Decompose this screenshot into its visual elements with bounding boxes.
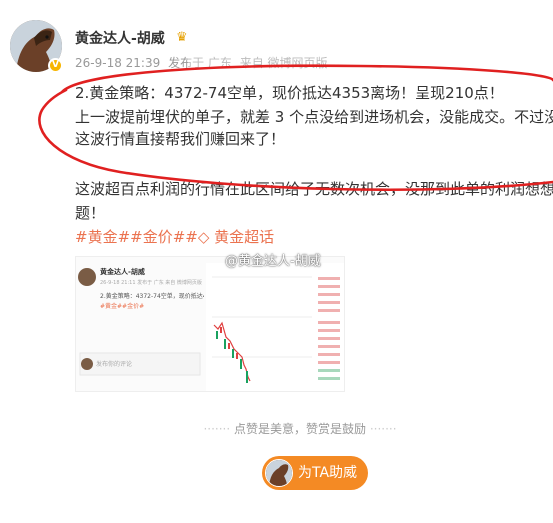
post-tags: #黄金##金价##◇ 黄金超话 bbox=[75, 226, 274, 248]
divider-left: ······· bbox=[203, 422, 234, 436]
post-text-line-5: 题！ bbox=[75, 204, 106, 222]
image-watermark: @黄金达人-胡威 bbox=[225, 254, 321, 269]
super-topic-label: 黄金超话 bbox=[214, 228, 275, 246]
post-text-line-3: 这波行情直接帮我们赚回来了！ bbox=[75, 130, 286, 148]
meta-redaction bbox=[188, 52, 338, 70]
author-name[interactable]: 黄金达人-胡威 bbox=[75, 28, 165, 48]
like-hint-text: 点赞是美意，赞赏是鼓励 bbox=[233, 422, 366, 436]
hashtag-links[interactable]: #黄金##金价# bbox=[75, 228, 185, 246]
super-topic-link[interactable]: #◇ 黄金超话 bbox=[185, 228, 274, 246]
like-hint: ······· 点赞是美意，赞赏是鼓励 ······· bbox=[200, 420, 400, 436]
inner-comment-placeholder: 发布你的评论 bbox=[96, 361, 133, 368]
inner-tags: #黄金##金价# bbox=[100, 303, 145, 310]
verified-badge-icon: V bbox=[48, 58, 63, 73]
inner-post-text: 2.黄金策略：4372-74空单，现价抵达4353离场 bbox=[100, 293, 204, 300]
post-image[interactable]: 黄金达人-胡威 26-9-18 21:11 发布于 广东 来自 微博网页版 2.… bbox=[75, 256, 345, 392]
post-text-line-1: 2.黄金策略：4372-74空单，现价抵达4353离场！呈现210点！ bbox=[75, 84, 504, 102]
reward-button-label: 为TA助威 bbox=[298, 465, 358, 481]
post-text-line-4: 这波超百点利润的行情在此区间给了无数次机会，没那到此单的利润想想 bbox=[75, 180, 553, 198]
inner-author-name: 黄金达人-胡威 bbox=[100, 268, 145, 276]
post-datetime[interactable]: 26-9-18 21:39 bbox=[75, 56, 160, 70]
inner-meta: 26-9-18 21:11 发布于 广东 来自 微博网页版 bbox=[100, 280, 202, 286]
divider-right: ······· bbox=[366, 422, 397, 436]
super-topic-icon: #◇ bbox=[185, 228, 215, 246]
reward-avatar bbox=[265, 459, 293, 487]
crown-icon: ♛ bbox=[176, 30, 188, 45]
post-text-line-2: 上一波提前埋伏的单子，就差 3 个点没给到进场机会，没能成交。不过没 bbox=[75, 108, 553, 126]
